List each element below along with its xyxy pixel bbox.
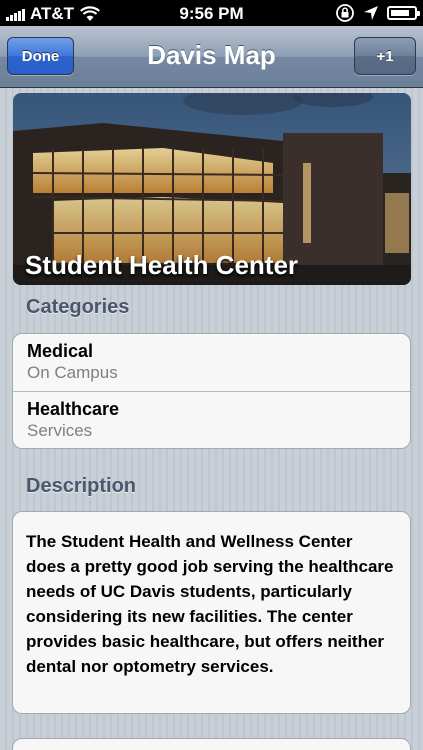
category-title: Medical bbox=[27, 341, 94, 361]
rotation-lock-icon bbox=[336, 4, 354, 22]
plus-one-button[interactable]: +1 bbox=[354, 37, 416, 75]
description-text: The Student Health and Wellness Center d… bbox=[26, 532, 394, 676]
category-item[interactable]: Medical On Campus bbox=[13, 334, 410, 391]
next-section-group bbox=[12, 738, 411, 750]
status-bar: AT&T 9:56 PM bbox=[0, 0, 423, 26]
category-subtitle: Services bbox=[27, 421, 93, 440]
status-right bbox=[327, 3, 420, 23]
description-group: The Student Health and Wellness Center d… bbox=[12, 511, 411, 714]
navigation-bar: Done Davis Map +1 bbox=[0, 26, 423, 88]
battery-fill bbox=[391, 10, 409, 16]
category-subtitle: On Campus bbox=[27, 363, 118, 382]
categories-header: Categories bbox=[26, 296, 130, 318]
battery-icon bbox=[387, 6, 420, 20]
description-header: Description bbox=[26, 475, 137, 497]
category-title: Healthcare bbox=[27, 399, 120, 419]
hero-image: Student Health Center bbox=[13, 93, 411, 285]
category-item[interactable]: Healthcare Services bbox=[13, 391, 410, 448]
categories-group: Medical On Campus Healthcare Services bbox=[12, 333, 411, 449]
location-title: Student Health Center bbox=[25, 250, 299, 280]
location-arrow-icon bbox=[364, 6, 378, 20]
